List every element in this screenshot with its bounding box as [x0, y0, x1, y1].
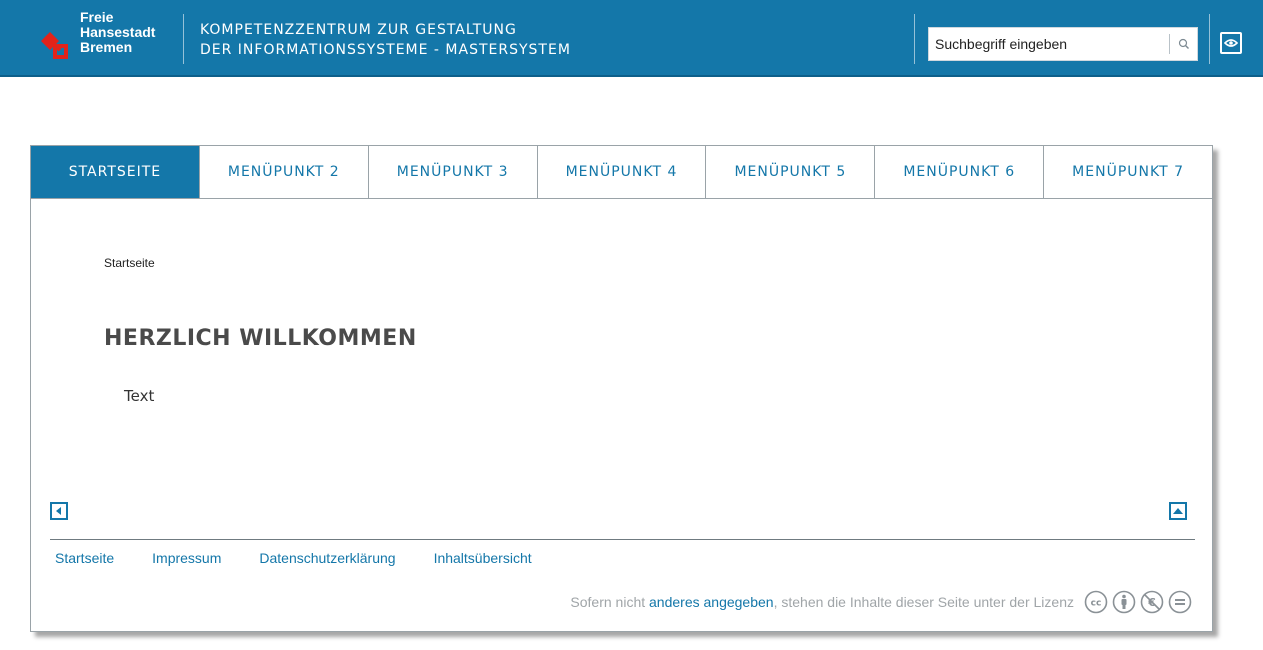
footer-link-datenschutz[interactable]: Datenschutzerklärung — [259, 550, 395, 566]
content-card: STARTSEITE MENÜPUNKT 2 MENÜPUNKT 3 MENÜP… — [30, 145, 1213, 632]
nav-item-menuepunkt-3[interactable]: MENÜPUNKT 3 — [369, 146, 538, 198]
footer-divider — [50, 539, 1195, 540]
license-notice: Sofern nicht anderes angegeben , stehen … — [570, 590, 1192, 614]
accessibility-button[interactable] — [1220, 32, 1242, 54]
footer-link-impressum[interactable]: Impressum — [152, 550, 221, 566]
nc-icon: € — [1140, 590, 1164, 614]
search-button[interactable] — [1173, 32, 1195, 56]
footer-links: Startseite Impressum Datenschutzerklärun… — [55, 550, 532, 566]
arrow-up-icon — [1173, 508, 1183, 514]
eye-icon — [1224, 39, 1238, 47]
search-separator — [1169, 34, 1170, 54]
search-icon — [1178, 38, 1189, 49]
site-title-line-2: DER INFORMATIONSSYSTEME - MASTERSYSTEM — [200, 42, 571, 58]
back-button[interactable] — [50, 502, 68, 520]
svg-text:cc: cc — [1091, 599, 1102, 609]
logo-line-3: Bremen — [80, 39, 133, 55]
nav-item-menuepunkt-4[interactable]: MENÜPUNKT 4 — [538, 146, 707, 198]
license-icons[interactable]: cc € — [1084, 590, 1192, 614]
breadcrumb: Startseite — [104, 256, 155, 270]
license-prefix: Sofern nicht — [570, 594, 650, 610]
nd-icon — [1168, 590, 1192, 614]
bremen-logo[interactable]: Freie Hansestadt Bremen — [36, 10, 186, 68]
logo-line-2: Hansestadt — [80, 24, 156, 40]
header-divider — [914, 14, 915, 64]
by-icon — [1112, 590, 1136, 614]
nav-item-menuepunkt-7[interactable]: MENÜPUNKT 7 — [1044, 146, 1212, 198]
license-suffix: , stehen die Inhalte dieser Seite unter … — [773, 594, 1074, 610]
search-input[interactable] — [929, 28, 1169, 60]
scroll-to-top-button[interactable] — [1169, 502, 1187, 520]
logo-line-1: Freie — [80, 9, 114, 25]
license-link[interactable]: anderes angegeben — [649, 594, 774, 610]
header-divider — [183, 14, 184, 64]
arrow-left-icon — [56, 507, 61, 515]
nav-item-startseite[interactable]: STARTSEITE — [31, 146, 200, 198]
nav-item-menuepunkt-6[interactable]: MENÜPUNKT 6 — [875, 146, 1045, 198]
cc-icon: cc — [1084, 590, 1108, 614]
site-title[interactable]: KOMPETENZZENTRUM ZUR GESTALTUNG DER INFO… — [200, 20, 571, 60]
site-header: Freie Hansestadt Bremen KOMPETENZZENTRUM… — [0, 0, 1263, 77]
site-title-line-1: KOMPETENZZENTRUM ZUR GESTALTUNG — [200, 22, 517, 38]
body-text: Text — [124, 387, 155, 405]
header-divider — [1209, 14, 1210, 64]
logo-text: Freie Hansestadt Bremen — [80, 10, 155, 55]
nav-item-menuepunkt-5[interactable]: MENÜPUNKT 5 — [706, 146, 876, 198]
footer-link-startseite[interactable]: Startseite — [55, 550, 114, 566]
footer-link-inhaltsuebersicht[interactable]: Inhaltsübersicht — [434, 550, 532, 566]
nav-item-menuepunkt-2[interactable]: MENÜPUNKT 2 — [200, 146, 369, 198]
bremen-key-icon — [41, 32, 68, 59]
search-box — [928, 27, 1198, 61]
page-title: HERZLICH WILLKOMMEN — [104, 326, 417, 351]
main-nav: STARTSEITE MENÜPUNKT 2 MENÜPUNKT 3 MENÜP… — [31, 146, 1212, 199]
